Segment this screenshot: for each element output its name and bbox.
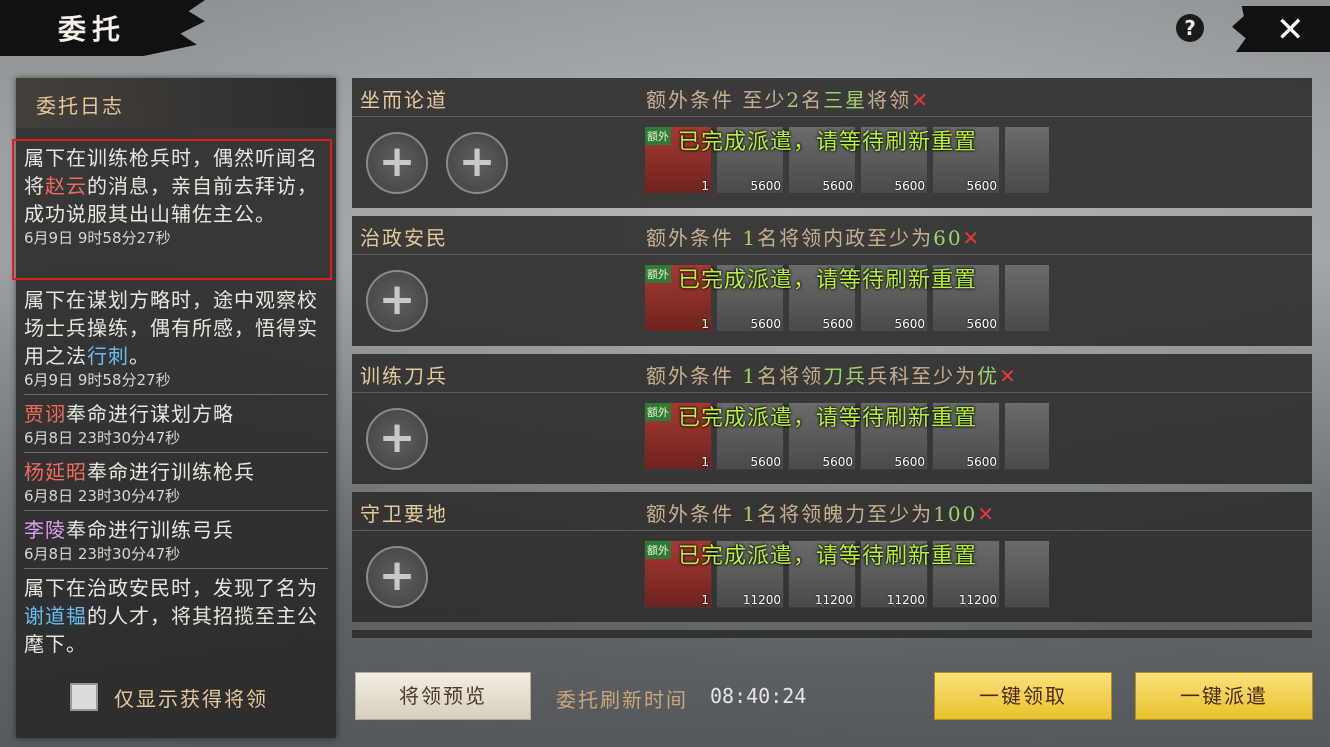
general-slot[interactable]: + — [446, 132, 508, 194]
log-entry-text: 奉命进行训练弓兵 — [66, 518, 234, 542]
reward-item[interactable]: 50 — [1004, 540, 1049, 608]
general-name[interactable]: 李陵 — [24, 518, 66, 542]
done-status-text: 已完成派遣，请等待刷新重置 — [678, 268, 978, 293]
log-title: 委托日志 — [36, 94, 124, 118]
extra-tag: 额外 — [645, 265, 671, 283]
plus-icon: + — [378, 550, 416, 601]
mission-name: 训练刀兵 — [360, 364, 448, 388]
done-status-text: 已完成派遣，请等待刷新重置 — [678, 130, 978, 155]
condition-fail-icon: ✕ — [999, 364, 1018, 388]
log-entry-text: 属下在谋划方略时，途中观察校场士兵操练，偶有所感，悟得实用之法 — [24, 288, 318, 368]
mission-header: 守卫要地 额外条件 1名将领魄力至少为100✕ — [352, 492, 1312, 531]
show-obtained-label[interactable]: 仅显示获得将领 — [114, 683, 268, 712]
page-title: 委托 — [58, 13, 127, 46]
reward-item[interactable]: 30 — [1004, 126, 1049, 194]
mission-card: 训练刀兵 额外条件 1名将领刀兵兵科至少为优✕ + 额外 1 5600 5600 … — [352, 354, 1312, 484]
faded-prev-entry — [24, 128, 304, 136]
log-entry[interactable]: 属下在治政安民时，发现了名为谢道韫的人才，将其招揽至主公麾下。 — [24, 574, 320, 658]
extra-tag: 额外 — [645, 541, 671, 559]
general-slot[interactable]: + — [366, 270, 428, 332]
mission-condition: 额外条件 1名将领刀兵兵科至少为优✕ — [646, 364, 1018, 388]
condition-fail-icon: ✕ — [911, 88, 930, 112]
general-name[interactable]: 杨延昭 — [24, 460, 87, 484]
log-entry-text: 属下在治政安民时，发现了名为 — [24, 576, 318, 600]
general-preview-button[interactable]: 将领预览 — [355, 672, 531, 720]
log-entry-time: 6月8日 23时30分47秒 — [24, 545, 181, 563]
condition-fail-icon: ✕ — [962, 226, 982, 250]
reward-item[interactable]: 30 — [1004, 402, 1049, 470]
plus-icon: + — [458, 136, 496, 187]
dispatch-all-button[interactable]: 一键派遣 — [1135, 672, 1313, 720]
log-entry-time: 6月9日 9时58分27秒 — [24, 371, 171, 389]
show-obtained-checkbox[interactable] — [70, 683, 98, 711]
selected-log-highlight — [12, 139, 332, 280]
mission-name: 守卫要地 — [360, 502, 448, 526]
reward-strip: 额外1 5600 5600 5600 5600 30 已完成派遣，请等待刷新重置 — [644, 264, 1049, 332]
plus-icon: + — [378, 412, 416, 463]
reward-item[interactable]: 30 — [1004, 264, 1049, 332]
mission-card: 坐而论道 额外条件 至少2名三星将领✕ + + 额外 1 5600 5600 56… — [352, 78, 1312, 208]
log-entry[interactable]: 贾诩奉命进行谋划方略 6月8日 23时30分47秒 — [24, 400, 328, 453]
mission-condition: 额外条件 1名将领内政至少为60✕ — [646, 226, 982, 250]
log-entry-time: 6月8日 23时30分47秒 — [24, 429, 181, 447]
mission-header: 治政安民 额外条件 1名将领内政至少为60✕ — [352, 216, 1312, 255]
close-icon[interactable]: ✕ — [1276, 10, 1305, 50]
log-entry-text: 。 — [129, 344, 150, 368]
reward-strip: 额外1 5600 5600 5600 5600 30 已完成派遣，请等待刷新重置 — [644, 126, 1049, 194]
mission-condition: 额外条件 至少2名三星将领✕ — [646, 88, 930, 112]
general-name[interactable]: 谢道韫 — [24, 604, 87, 628]
mission-name: 治政安民 — [360, 226, 448, 250]
skill-name[interactable]: 行刺 — [87, 344, 129, 368]
mission-condition: 额外条件 1名将领魄力至少为100✕ — [646, 502, 997, 526]
mission-name: 坐而论道 — [360, 88, 448, 112]
log-entry-text: 奉命进行训练枪兵 — [87, 460, 255, 484]
mission-header: 训练刀兵 额外条件 1名将领刀兵兵科至少为优✕ — [352, 354, 1312, 393]
reward-strip: 额外1 11200 11200 11200 11200 50 已完成派遣，请等待… — [644, 540, 1049, 608]
refresh-time: 08:40:24 — [710, 684, 807, 708]
log-entry-time: 6月8日 23时30分47秒 — [24, 487, 181, 505]
help-button[interactable]: ? — [1176, 14, 1204, 42]
general-slot[interactable]: + — [366, 546, 428, 608]
plus-icon: + — [378, 136, 416, 187]
log-entry[interactable]: 李陵奉命进行训练弓兵 6月8日 23时30分47秒 — [24, 516, 328, 569]
mission-header: 坐而论道 额外条件 至少2名三星将领✕ — [352, 78, 1312, 117]
log-header: 委托日志 — [16, 78, 336, 128]
done-status-text: 已完成派遣，请等待刷新重置 — [678, 406, 978, 431]
refresh-label: 委托刷新时间 — [556, 688, 688, 712]
log-entry[interactable]: 属下在谋划方略时，途中观察校场士兵操练，偶有所感，悟得实用之法行刺。 6月9日 … — [24, 286, 328, 395]
done-status-text: 已完成派遣，请等待刷新重置 — [678, 544, 978, 569]
extra-tag: 额外 — [645, 403, 671, 421]
log-entry-text: 奉命进行谋划方略 — [66, 402, 234, 426]
list-scroll-edge — [352, 630, 1312, 638]
condition-fail-icon: ✕ — [977, 502, 997, 526]
general-name[interactable]: 贾诩 — [24, 402, 66, 426]
reward-strip: 额外1 5600 5600 5600 5600 30 已完成派遣，请等待刷新重置 — [644, 402, 1049, 470]
mission-card: 治政安民 额外条件 1名将领内政至少为60✕ + 额外 1 5600 5600 5… — [352, 216, 1312, 346]
mission-card: 守卫要地 额外条件 1名将领魄力至少为100✕ + 额外 1 11200 1120… — [352, 492, 1312, 622]
general-slot[interactable]: + — [366, 408, 428, 470]
claim-all-button[interactable]: 一键领取 — [934, 672, 1112, 720]
extra-tag: 额外 — [645, 127, 671, 145]
log-entry[interactable]: 杨延昭奉命进行训练枪兵 6月8日 23时30分47秒 — [24, 458, 328, 511]
general-slot[interactable]: + — [366, 132, 428, 194]
plus-icon: + — [378, 274, 416, 325]
